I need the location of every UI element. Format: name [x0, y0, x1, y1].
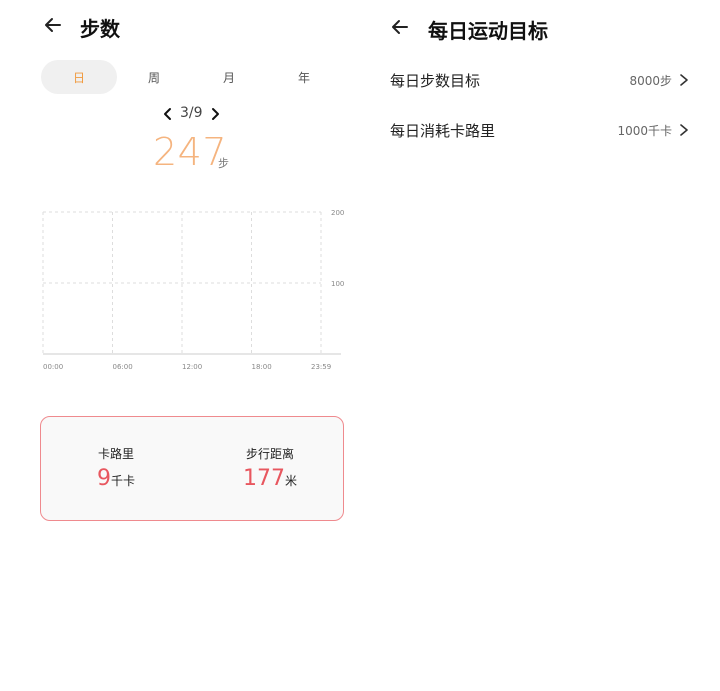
chart-y-tick-label: 100	[331, 280, 344, 288]
arrow-left-icon	[45, 18, 61, 32]
chart-x-tick-label: 06:00	[113, 363, 133, 371]
summary-card: 卡路里 9千卡 步行距离 177米	[40, 416, 344, 521]
daily-calorie-goal-label: 每日消耗卡路里	[390, 121, 496, 140]
back-button[interactable]	[387, 14, 413, 40]
tab-year[interactable]: 年	[266, 60, 342, 94]
daily-step-goal-value: 8000步	[629, 73, 672, 88]
steps-screen: 步数 日 周 月 年 3/9 247 步 200 100 00:00 06:00 12:…	[0, 0, 360, 691]
daily-step-goal-row[interactable]: 每日步数目标 8000步	[390, 65, 690, 95]
chevron-right-icon	[680, 124, 688, 136]
distance-value: 177	[243, 466, 285, 491]
steps-unit: 步	[218, 157, 229, 170]
daily-calorie-goal-right: 1000千卡	[617, 122, 690, 139]
tab-week[interactable]: 周	[116, 60, 192, 94]
chart-x-tick-label: 12:00	[182, 363, 202, 371]
chevron-left-icon	[164, 108, 171, 120]
distance-unit: 米	[285, 474, 298, 488]
tab-day[interactable]: 日	[41, 60, 117, 94]
next-date-button[interactable]	[207, 106, 223, 122]
daily-step-goal-label: 每日步数目标	[390, 71, 481, 90]
arrow-left-icon	[392, 20, 408, 34]
steps-count: 247	[153, 130, 228, 174]
calories-label: 卡路里	[98, 447, 135, 461]
steps-chart-svg: 200 100 00:00 06:00 12:00 18:00 23:59	[42, 209, 344, 371]
chart-y-tick-label: 200	[331, 209, 344, 217]
daily-step-goal-right: 8000步	[629, 72, 690, 89]
prev-date-button[interactable]	[160, 106, 176, 122]
page-title: 每日运动目标	[428, 19, 548, 43]
chevron-right-icon	[680, 74, 688, 86]
chart-x-tick-label: 18:00	[252, 363, 272, 371]
current-date: 3/9	[180, 105, 203, 121]
page-title: 步数	[80, 17, 120, 41]
distance-summary: 步行距离 177米	[243, 445, 297, 491]
calories-value: 9	[97, 466, 111, 491]
chart-x-tick-label: 23:59	[311, 363, 331, 371]
period-tabs: 日 周 月 年	[41, 60, 343, 94]
tab-month[interactable]: 月	[191, 60, 267, 94]
daily-goal-screen: 每日运动目标 每日步数目标 8000步 每日消耗卡路里 1000千卡	[360, 0, 720, 691]
chart-x-tick-label: 00:00	[43, 363, 63, 371]
distance-label: 步行距离	[246, 447, 295, 461]
date-navigator: 3/9	[0, 104, 360, 124]
calories-summary: 卡路里 9千卡	[97, 445, 135, 491]
daily-calorie-goal-value: 1000千卡	[617, 123, 672, 138]
back-button[interactable]	[40, 12, 66, 38]
steps-chart: 200 100 00:00 06:00 12:00 18:00 23:59	[40, 205, 350, 380]
chevron-right-icon	[212, 108, 219, 120]
daily-calorie-goal-row[interactable]: 每日消耗卡路里 1000千卡	[390, 115, 690, 145]
calories-unit: 千卡	[111, 474, 136, 488]
